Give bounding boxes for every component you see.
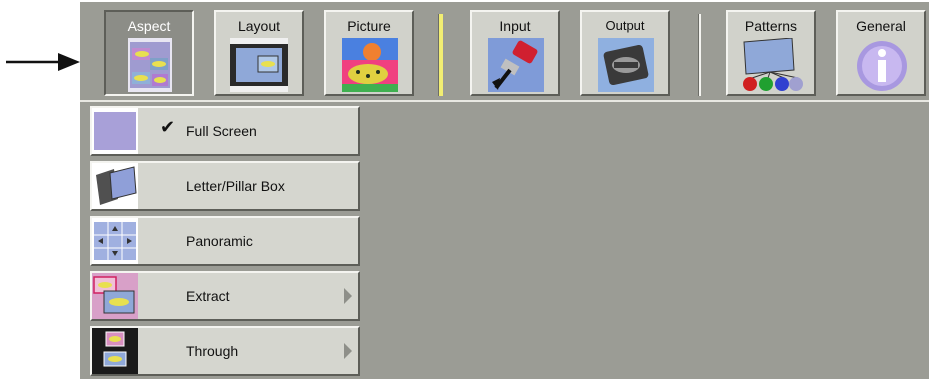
general-button[interactable]: General — [836, 10, 926, 96]
aspect-label: Aspect — [127, 18, 171, 34]
menu-item-panoramic[interactable]: Panoramic — [90, 216, 360, 266]
layout-icon — [230, 38, 288, 92]
app-panel: Aspect Layout Picture Input Output Patte… — [80, 2, 929, 379]
patterns-icon — [743, 38, 803, 91]
output-button[interactable]: Output — [580, 10, 670, 96]
letter-pillar-box-icon — [92, 163, 138, 209]
layout-label: Layout — [237, 18, 281, 34]
picture-button[interactable]: Picture — [324, 10, 414, 96]
info-icon — [857, 41, 907, 91]
output-icon — [598, 38, 654, 92]
full-screen-icon — [92, 108, 138, 154]
menu-item-through[interactable]: Through — [90, 326, 360, 376]
through-icon — [92, 328, 138, 374]
menu-item-extract[interactable]: Extract — [90, 271, 360, 321]
patterns-button[interactable]: Patterns — [726, 10, 816, 96]
main-toolbar: Aspect Layout Picture Input Output Patte… — [80, 2, 929, 102]
layout-button[interactable]: Layout — [214, 10, 304, 96]
toolbar-separator-2 — [698, 14, 701, 96]
check-icon: ✔ — [160, 117, 176, 138]
menu-item-label: Letter/Pillar Box — [186, 178, 285, 194]
panoramic-icon — [92, 218, 138, 264]
aspect-icon — [128, 38, 172, 92]
submenu-arrow-icon — [344, 343, 352, 359]
menu-item-label: Full Screen — [186, 123, 257, 139]
picture-icon — [342, 38, 398, 92]
toolbar-separator — [438, 14, 443, 96]
extract-icon — [92, 273, 138, 319]
aspect-button[interactable]: Aspect — [104, 10, 194, 96]
menu-item-letter-pillar-box[interactable]: Letter/Pillar Box — [90, 161, 360, 211]
input-icon — [488, 38, 544, 92]
input-button[interactable]: Input — [470, 10, 560, 96]
general-label: General — [856, 18, 906, 34]
output-label: Output — [605, 18, 645, 33]
patterns-label: Patterns — [744, 18, 798, 34]
menu-item-label: Panoramic — [186, 233, 253, 249]
pointer-arrow-icon — [6, 53, 80, 71]
menu-item-label: Through — [186, 343, 239, 359]
menu-item-label: Extract — [186, 288, 230, 304]
menu-item-full-screen[interactable]: ✔ Full Screen — [90, 106, 360, 156]
picture-label: Picture — [347, 18, 391, 34]
input-label: Input — [499, 18, 531, 34]
submenu-arrow-icon — [344, 288, 352, 304]
